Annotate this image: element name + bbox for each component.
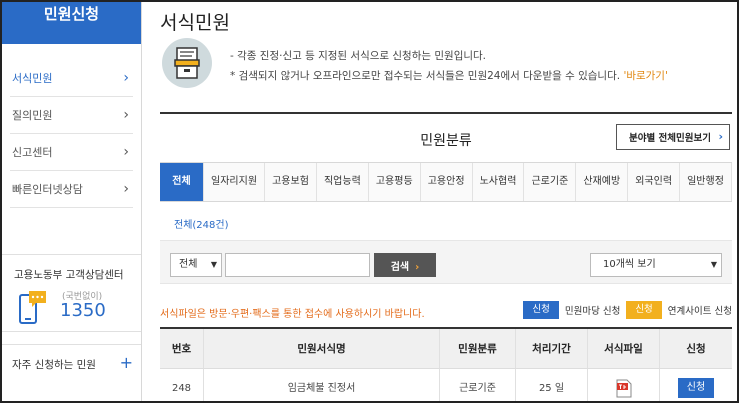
tab-accident-prevention[interactable]: 산재예방 [576,163,629,201]
form-box-icon [162,38,212,88]
tab-job-support[interactable]: 일자리지원 [204,163,266,201]
intro-line-1: - 각종 진정·신고 등 지정된 서식으로 신청하는 민원입니다. [230,50,487,62]
sidebar-item-quick-consult[interactable]: 빠른인터넷상담 › [10,171,133,208]
row-form-name[interactable]: 임금체불 진정서 [204,369,440,401]
col-number: 번호 [160,329,204,369]
page-frame: 민원신청 서식민원 › 질의민원 › 신고센터 › 빠른인터넷상담 › 고용노동… [0,0,739,403]
sidebar-item-label: 신고센터 [12,146,53,159]
legend-badge-orange: 신청 [626,301,662,319]
sidebar-title: 민원신청 [2,2,141,44]
sidebar-item-label: 서식민원 [12,72,53,85]
row-category: 근로기준 [440,369,516,401]
col-form-name: 민원서식명 [204,329,440,369]
main-content: 서식민원 - 각종 진정·신고 등 지정된 서식으로 신청하는 민원입니다. *… [160,2,732,401]
sidebar-item-report-center[interactable]: 신고센터 › [10,134,133,171]
legend-label-minwon: 민원마당 신청 [564,306,621,317]
category-tabs: 전체 일자리지원 고용보험 직업능력 고용평등 고용안정 노사협력 근로기준 산… [160,162,732,202]
call-center-number: 1350 [60,300,106,321]
tab-labor-cooperation[interactable]: 노사협력 [473,163,525,201]
apply-button[interactable]: 신청 [677,378,715,398]
caret-down-icon: ▼ [710,260,717,269]
tab-general-admin[interactable]: 일반행정 [680,163,732,201]
intro-line-2: * 검색되지 않거나 오프라인으로만 접수되는 서식들은 민원24에서 다운받을… [230,70,668,82]
legend-label-linked: 연계사이트 신청 [667,306,732,317]
forms-table: 번호 민원서식명 민원분류 처리기간 서식파일 신청 248 임금체불 진정서 … [160,327,732,401]
col-period: 처리기간 [516,329,588,369]
sidebar-item-inquiry[interactable]: 질의민원 › [10,97,133,134]
tab-all[interactable]: 전체 [160,163,204,201]
caret-down-icon: ▼ [210,260,217,269]
sidebar-item-label: 빠른인터넷상담 [12,183,83,196]
plus-icon[interactable]: + [120,353,133,372]
search-button[interactable]: 검색 › [374,253,436,277]
col-apply: 신청 [660,329,732,369]
view-all-by-field-button[interactable]: 분야별 전체민원보기 › [616,124,730,150]
notice-text: 서식파일은 방문·우편·팩스를 통한 접수에 사용하시기 바랍니다. [160,309,425,320]
col-category: 민원분류 [440,329,516,369]
page-size-select[interactable]: 10개씩 보기 ▼ [590,253,722,277]
chevron-right-icon: › [718,130,723,143]
tab-employment-stability[interactable]: 고용안정 [421,163,473,201]
sidebar: 민원신청 서식민원 › 질의민원 › 신고센터 › 빠른인터넷상담 › 고용노동… [2,2,142,401]
frequent-complaints[interactable]: 자주 신청하는 민원 + [2,344,141,384]
chevron-right-icon: › [123,181,129,197]
legend: 신청 민원마당 신청 신청 연계사이트 신청 [517,301,732,319]
row-file [588,369,660,401]
tab-labor-standards[interactable]: 근로기준 [524,163,577,201]
table-row: 248 임금체불 진정서 근로기준 25 일 신청 [160,369,732,401]
table-header: 번호 민원서식명 민원분류 처리기간 서식파일 신청 [160,329,732,369]
tab-employment-insurance[interactable]: 고용보험 [265,163,317,201]
search-bar: 전체 ▼ 검색 › 10개씩 보기 ▼ [160,240,732,284]
frequent-complaints-label: 자주 신청하는 민원 [12,359,96,371]
col-file: 서식파일 [588,329,660,369]
chevron-right-icon: › [123,107,129,123]
sidebar-item-form-complaint[interactable]: 서식민원 › [10,60,133,97]
sidebar-menu: 서식민원 › 질의민원 › 신고센터 › 빠른인터넷상담 › [2,60,141,208]
row-period: 25 일 [516,369,588,401]
tab-foreign-workforce[interactable]: 외국인력 [628,163,681,201]
row-number: 248 [160,369,204,401]
subtab-all-count[interactable]: 전체(248건) [174,216,229,231]
chevron-right-icon: › [123,144,129,160]
legend-badge-blue: 신청 [523,301,559,319]
phone-chat-icon [19,291,46,324]
sidebar-item-label: 질의민원 [12,109,53,122]
call-center-box: 고용노동부 고객상담센터 (국번없이) 1350 [2,254,141,332]
intro-text: - 각종 진정·신고 등 지정된 서식으로 신청하는 민원입니다. * 검색되지… [230,46,668,86]
hwp-file-icon[interactable] [616,379,632,398]
shortcut-link[interactable]: '바로가기' [623,70,667,82]
search-input[interactable] [225,253,370,277]
call-center-title: 고용노동부 고객상담센터 [14,269,124,281]
page-title: 서식민원 [160,12,230,34]
chevron-right-icon: › [123,70,129,86]
divider [160,112,732,114]
row-apply: 신청 [660,369,732,401]
chevron-right-icon: › [415,261,420,273]
tab-vocational-skills[interactable]: 직업능력 [317,163,369,201]
tab-employment-equality[interactable]: 고용평등 [369,163,421,201]
search-type-select[interactable]: 전체 ▼ [170,253,222,277]
